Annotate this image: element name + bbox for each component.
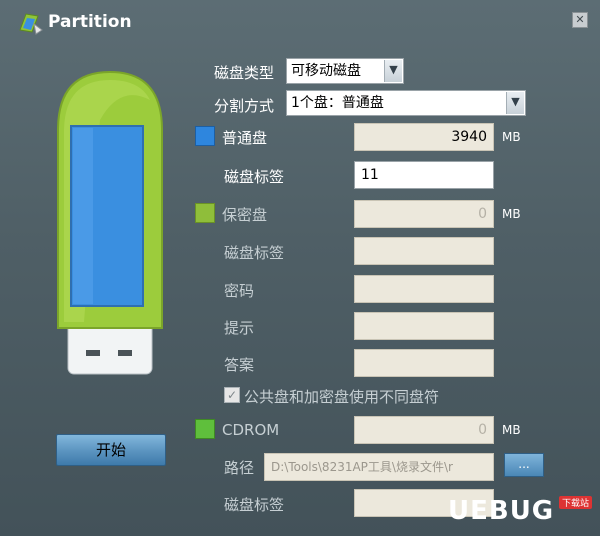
cdrom-label: CDROM	[222, 421, 280, 439]
chevron-down-icon[interactable]: ▼	[506, 92, 524, 114]
watermark-logo: UEBUG 下载站	[448, 494, 596, 534]
window-title: Partition	[48, 12, 132, 32]
partition-app-icon	[19, 13, 43, 35]
disk-type-label: 磁盘类型	[214, 64, 275, 82]
cdrom-tag-label: 磁盘标签	[224, 496, 285, 514]
different-letter-checkbox[interactable]: ✓	[224, 387, 240, 403]
normal-disk-label: 普通盘	[222, 129, 268, 147]
normal-disk-tag-label: 磁盘标签	[224, 168, 285, 186]
partition-mode-value: 1个盘：普通盘	[291, 95, 384, 111]
usb-drive-illustration	[57, 70, 163, 375]
hint-field[interactable]	[354, 312, 494, 340]
path-label: 路径	[224, 459, 255, 477]
secure-disk-color-swatch	[195, 203, 215, 223]
cdrom-unit: MB	[502, 423, 521, 437]
answer-field[interactable]	[354, 349, 494, 377]
password-field[interactable]	[354, 275, 494, 303]
password-label: 密码	[224, 282, 255, 300]
different-letter-label: 公共盘和加密盘使用不同盘符	[244, 388, 440, 406]
partition-mode-select[interactable]: 1个盘：普通盘 ▼	[286, 90, 526, 116]
cdrom-size-field[interactable]: 0	[354, 416, 494, 444]
answer-label: 答案	[224, 356, 255, 374]
watermark-text: UEBUG	[448, 496, 555, 526]
hint-label: 提示	[224, 319, 255, 337]
normal-disk-tag-field[interactable]: 11	[354, 161, 494, 189]
browse-button[interactable]: ...	[504, 453, 544, 477]
secure-disk-unit: MB	[502, 207, 521, 221]
title-bar: Partition ✕	[0, 0, 600, 44]
close-icon: ✕	[575, 13, 585, 26]
start-button[interactable]: 开始	[56, 434, 166, 466]
normal-disk-size-field[interactable]: 3940	[354, 123, 494, 151]
normal-disk-unit: MB	[502, 130, 521, 144]
watermark-small-text: 下载站	[558, 496, 592, 509]
checkmark-icon: ✓	[226, 388, 238, 402]
normal-disk-color-swatch	[195, 126, 215, 146]
path-field[interactable]: D:\Tools\8231AP工具\烧录文件\r	[264, 453, 494, 481]
secure-disk-size-field[interactable]: 0	[354, 200, 494, 228]
chevron-down-icon[interactable]: ▼	[384, 60, 402, 82]
cdrom-color-swatch	[195, 419, 215, 439]
close-button[interactable]: ✕	[572, 12, 588, 28]
secure-disk-tag-field[interactable]	[354, 237, 494, 265]
disk-type-value: 可移动磁盘	[291, 63, 361, 79]
secure-disk-tag-label: 磁盘标签	[224, 244, 285, 262]
partition-window: Partition ✕ 磁盘类型 可移动磁盘 ▼ 分割方式 1个盘：普通盘 ▼ …	[0, 0, 600, 536]
disk-type-select[interactable]: 可移动磁盘 ▼	[286, 58, 404, 84]
secure-disk-label: 保密盘	[222, 206, 268, 224]
partition-mode-label: 分割方式	[214, 97, 275, 115]
